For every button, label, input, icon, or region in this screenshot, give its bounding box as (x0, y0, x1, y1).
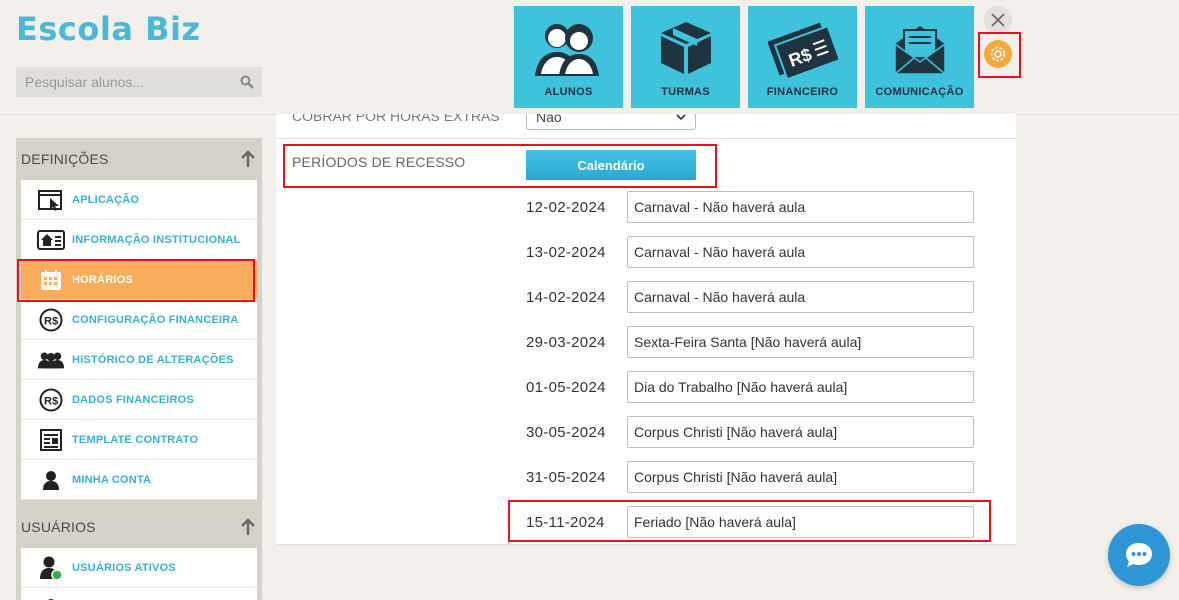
nav-alunos-label: ALUNOS (544, 86, 593, 98)
section-definicoes[interactable]: DEFINIÇÕES (16, 138, 262, 180)
recess-description-input[interactable] (627, 191, 974, 223)
sidebar-item-historico[interactable]: HISTÓRICO DE ALTERAÇÕES (21, 340, 257, 380)
definicoes-list: APLICAÇÃO INFORMAÇÃO INSTITUCIONAL HORÁR… (21, 180, 257, 500)
mail-icon (893, 26, 946, 75)
nav-alunos[interactable]: ALUNOS (514, 6, 623, 108)
prev-field-select[interactable]: Não (526, 114, 696, 130)
section-usuarios-title: USUÁRIOS (21, 519, 96, 535)
recess-row: 30-05-2024 (526, 416, 976, 448)
recess-description-input[interactable] (627, 326, 974, 358)
sidebar-item-label: USUÁRIOS ATIVOS (72, 561, 176, 574)
chevron-down-icon (676, 114, 686, 121)
highlight-settings (978, 32, 1021, 78)
nav-financeiro[interactable]: R$ FINANCEIRO (748, 6, 857, 108)
recess-row: 01-05-2024 (526, 371, 976, 403)
section-definicoes-title: DEFINIÇÕES (21, 151, 109, 167)
sidebar-item-label: APLICAÇÃO (72, 193, 140, 206)
usuarios-list: USUÁRIOS ATIVOS (21, 548, 257, 600)
recess-date: 01-05-2024 (526, 378, 606, 396)
recess-date: 12-02-2024 (526, 198, 606, 216)
recess-description-input[interactable] (627, 281, 974, 313)
document-icon (37, 428, 65, 452)
highlight-last-row (508, 500, 991, 542)
sidebar-item-label: HISTÓRICO DE ALTERAÇÕES (72, 353, 234, 366)
sidebar-item-configuracao-financeira[interactable]: R$ CONFIGURAÇÃO FINANCEIRA (21, 300, 257, 340)
recess-row: 29-03-2024 (526, 326, 976, 358)
money-icon: R$ (767, 22, 838, 78)
box-icon (660, 22, 711, 74)
highlight-horarios (17, 259, 255, 302)
sidebar-item-informacao[interactable]: INFORMAÇÃO INSTITUCIONAL (21, 220, 257, 260)
sidebar-item-template-contrato[interactable]: TEMPLATE CONTRATO (21, 420, 257, 460)
user-icon (37, 596, 65, 600)
search-box (16, 67, 262, 97)
recess-description-input[interactable] (627, 461, 974, 493)
recess-date: 29-03-2024 (526, 333, 606, 351)
search-input[interactable] (16, 74, 232, 90)
svg-text:R$: R$ (44, 395, 58, 407)
nav-comunicacao-label: COMUNICAÇÃO (875, 86, 964, 98)
highlight-recess (283, 144, 717, 188)
sidebar-item-dados-financeiros[interactable]: R$ DADOS FINANCEIROS (21, 380, 257, 420)
sidebar-item-label: TEMPLATE CONTRATO (72, 433, 199, 446)
recess-date: 31-05-2024 (526, 468, 606, 486)
search-icon[interactable] (232, 75, 262, 89)
recess-row: 14-02-2024 (526, 281, 976, 313)
close-icon (991, 13, 1005, 27)
nav-turmas[interactable]: TURMAS (631, 6, 740, 108)
prev-field-value: Não (536, 114, 562, 125)
recess-description-input[interactable] (627, 416, 974, 448)
nav-turmas-label: TURMAS (661, 86, 710, 98)
sidebar-item-label: MINHA CONTA (72, 473, 152, 486)
close-button[interactable] (984, 6, 1012, 34)
recess-date: 14-02-2024 (526, 288, 606, 306)
chat-icon (1126, 543, 1152, 567)
students-icon (534, 24, 599, 76)
recess-description-input[interactable] (627, 236, 974, 268)
sidebar-item-minha-conta[interactable]: MINHA CONTA (21, 460, 257, 500)
sidebar-item-usuarios-ativos[interactable]: USUÁRIOS ATIVOS (21, 548, 257, 588)
nav-financeiro-label: FINANCEIRO (766, 86, 839, 98)
prev-field-row: COBRAR POR HORAS EXTRAS Não (276, 114, 1016, 139)
user-active-icon (37, 556, 65, 581)
sidebar-item-label: INFORMAÇÃO INSTITUCIONAL (72, 233, 241, 246)
currency-icon: R$ (37, 388, 65, 412)
user-icon (37, 468, 65, 492)
recess-row: 13-02-2024 (526, 236, 976, 268)
arrow-up-icon[interactable] (240, 150, 256, 168)
section-usuarios[interactable]: USUÁRIOS (16, 506, 262, 548)
recess-row: 12-02-2024 (526, 191, 976, 223)
app-logo: Escola Biz (16, 10, 201, 48)
recess-date: 30-05-2024 (526, 423, 606, 441)
nav-comunicacao[interactable]: COMUNICAÇÃO (865, 6, 974, 108)
recess-row: 31-05-2024 (526, 461, 976, 493)
arrow-up-icon[interactable] (240, 518, 256, 536)
sidebar: DEFINIÇÕES APLICAÇÃO INFORMAÇÃO INSTITUC… (16, 138, 262, 600)
sidebar-item-label: DADOS FINANCEIROS (72, 393, 194, 406)
cursor-window-icon (37, 188, 65, 212)
svg-text:R$: R$ (44, 315, 58, 327)
prev-field-label: COBRAR POR HORAS EXTRAS (292, 114, 500, 124)
recess-description-input[interactable] (627, 371, 974, 403)
recess-date: 13-02-2024 (526, 243, 606, 261)
chat-button[interactable] (1108, 524, 1170, 586)
group-icon (37, 348, 65, 372)
sidebar-item-label: CONFIGURAÇÃO FINANCEIRA (72, 313, 239, 326)
currency-icon: R$ (37, 308, 65, 332)
sidebar-item-aplicacao[interactable]: APLICAÇÃO (21, 180, 257, 220)
sidebar-item-partial (21, 588, 257, 600)
institution-card-icon (37, 228, 65, 252)
